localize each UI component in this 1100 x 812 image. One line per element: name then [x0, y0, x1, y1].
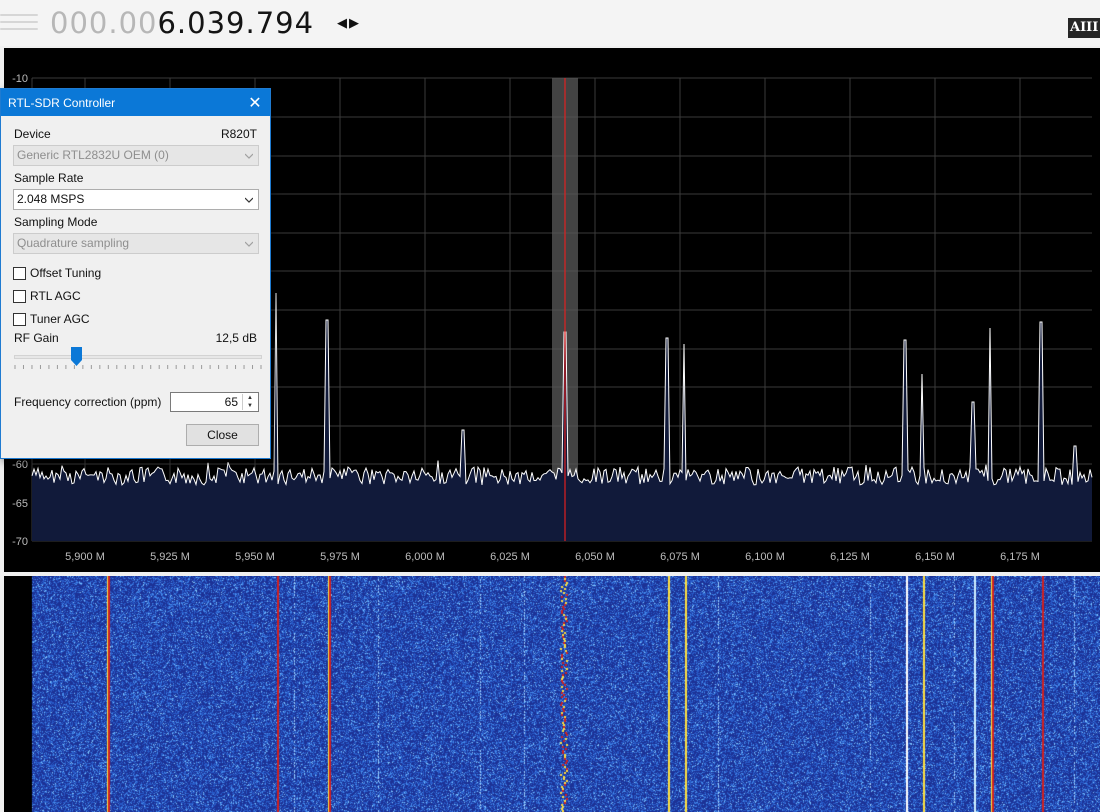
close-icon[interactable]: ✕ [240, 89, 270, 116]
menu-handle-icon[interactable] [0, 14, 38, 32]
rtl-sdr-controller-dialog: RTL-SDR Controller ✕ Device R820T Generi… [0, 88, 271, 459]
chevron-down-icon [245, 241, 253, 247]
y-tick-label: -65 [12, 498, 28, 510]
rtl-agc-checkbox[interactable]: RTL AGC [13, 288, 81, 304]
frequency-correction-value[interactable]: 65 [225, 395, 238, 409]
x-tick-label: 6,025 M [490, 551, 530, 563]
x-tick-label: 5,900 M [65, 551, 105, 563]
sampling-mode-label: Sampling Mode [14, 215, 98, 229]
sample-rate-select[interactable]: 2.048 MSPS [13, 189, 259, 210]
spin-up-icon[interactable]: ▲ [243, 394, 257, 402]
checkbox-box[interactable] [13, 312, 26, 326]
waterfall-canvas[interactable] [4, 576, 1100, 812]
sample-rate-label: Sample Rate [14, 171, 84, 185]
rf-gain-slider-ticks [14, 365, 262, 369]
frequency-display[interactable]: 000.00 6.039.794 [50, 4, 314, 42]
rf-gain-value: 12,5 dB [215, 331, 257, 345]
y-tick-label: -10 [12, 73, 28, 85]
x-tick-label: 6,075 M [660, 551, 700, 563]
device-select-value: Generic RTL2832U OEM (0) [17, 148, 169, 162]
frequency-correction-spinner[interactable]: ▲ ▼ [242, 394, 257, 410]
device-label: Device [14, 127, 51, 141]
frequency-correction-input[interactable]: 65 ▲ ▼ [170, 392, 259, 412]
frequency-bar: 000.00 6.039.794 ◀ ▶ AIII [0, 0, 1100, 46]
tuner-agc-checkbox[interactable]: Tuner AGC [13, 311, 90, 327]
step-right-icon[interactable]: ▶ [349, 15, 359, 31]
x-tick-label: 6,150 M [915, 551, 955, 563]
frequency-correction-label: Frequency correction (ppm) [14, 395, 162, 409]
x-tick-label: 6,125 M [830, 551, 870, 563]
sampling-mode-select: Quadrature sampling [13, 233, 259, 254]
sample-rate-select-value: 2.048 MSPS [17, 192, 85, 206]
x-tick-label: 5,950 M [235, 551, 275, 563]
chevron-down-icon [245, 153, 253, 159]
x-tick-label: 6,050 M [575, 551, 615, 563]
close-button[interactable]: Close [186, 424, 259, 446]
checkbox-box[interactable] [13, 289, 26, 303]
frequency-step-arrows[interactable]: ◀ ▶ [334, 12, 362, 34]
tuner-agc-label: Tuner AGC [30, 312, 90, 326]
checkbox-box[interactable] [13, 266, 26, 280]
waterfall-display[interactable] [4, 576, 1100, 812]
frequency-leading-digits[interactable]: 000.00 [50, 6, 157, 40]
step-left-icon[interactable]: ◀ [337, 15, 347, 31]
y-tick-label: -60 [12, 459, 28, 471]
offset-tuning-checkbox[interactable]: Offset Tuning [13, 265, 101, 281]
dialog-title: RTL-SDR Controller [8, 95, 116, 110]
x-tick-label: 6,000 M [405, 551, 445, 563]
x-tick-label: 5,975 M [320, 551, 360, 563]
rf-gain-slider-track[interactable] [14, 355, 262, 359]
rf-gain-slider-thumb[interactable] [70, 347, 82, 366]
dialog-title-bar[interactable]: RTL-SDR Controller ✕ [1, 89, 270, 116]
x-tick-label: 6,100 M [745, 551, 785, 563]
spin-down-icon[interactable]: ▼ [243, 402, 257, 410]
frequency-main-digits[interactable]: 6.039.794 [157, 6, 314, 40]
x-tick-label: 6,175 M [1000, 551, 1040, 563]
device-select: Generic RTL2832U OEM (0) [13, 145, 259, 166]
y-tick-label: -70 [12, 536, 28, 548]
offset-tuning-label: Offset Tuning [30, 266, 102, 280]
rf-gain-label: RF Gain [14, 331, 59, 345]
x-tick-label: 5,925 M [150, 551, 190, 563]
app-logo: AIII [1068, 18, 1100, 38]
device-tuner: R820T [220, 127, 257, 141]
rtl-agc-label: RTL AGC [30, 289, 81, 303]
sampling-mode-select-value: Quadrature sampling [17, 236, 130, 250]
chevron-down-icon[interactable] [245, 196, 253, 204]
